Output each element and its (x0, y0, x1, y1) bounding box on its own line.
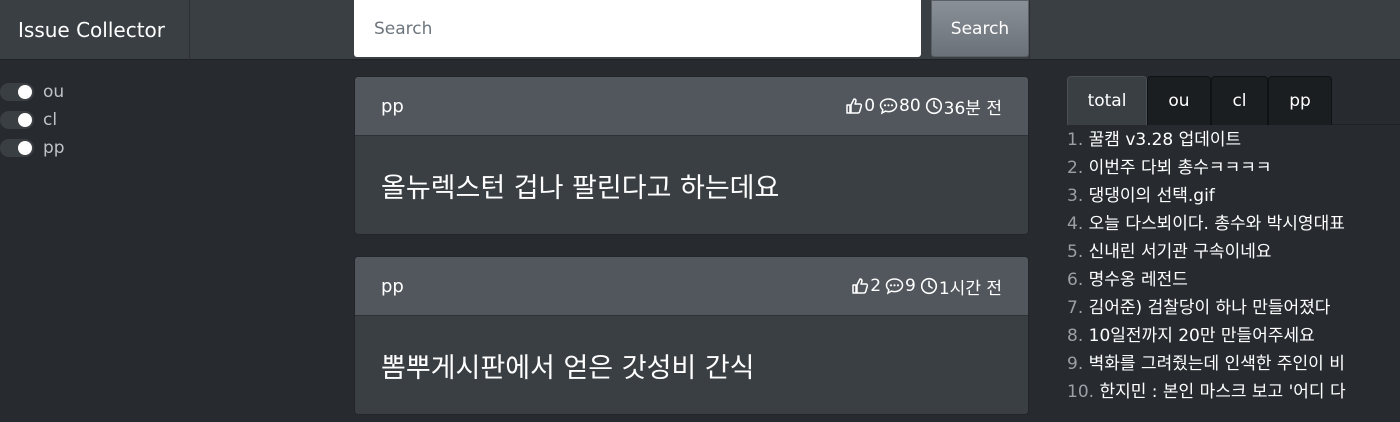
rank-number: 3. (1067, 186, 1084, 206)
rank-number: 1. (1067, 130, 1084, 150)
filter-label: cl (43, 110, 58, 130)
post-time: 36분 전 (925, 94, 1002, 119)
post-comments: 80 (879, 96, 921, 116)
toggle-switch[interactable] (0, 83, 34, 101)
clock-icon (925, 97, 942, 115)
toggle-switch[interactable] (0, 111, 34, 129)
rank-number: 9. (1067, 354, 1084, 374)
rank-number: 10. (1067, 382, 1095, 402)
post-title[interactable]: 뽐뿌게시판에서 얻은 갓성비 간식 (355, 316, 1028, 414)
rank-title: 댕댕이의 선택.gif (1088, 186, 1215, 206)
ranking-item[interactable]: 10. 한지민 : 본인 마스크 보고 '어디 다 (1067, 378, 1400, 406)
tab-ou[interactable]: ou (1147, 76, 1211, 125)
post-title[interactable]: 올뉴렉스턴 겁나 팔린다고 하는데요 (355, 136, 1028, 234)
post-likes: 2 (851, 276, 881, 296)
rank-title: 꿀캠 v3.28 업데이트 (1088, 130, 1242, 150)
filter-cl[interactable]: cl (0, 106, 65, 134)
rank-title: 신내린 서기관 구속이네요 (1088, 242, 1272, 262)
thumbs-up-icon (852, 278, 869, 294)
rank-title: 오늘 다스뵈이다. 총수와 박시영대표 (1088, 214, 1345, 234)
toggle-knob (18, 113, 32, 127)
ranking-item[interactable]: 1. 꿀캠 v3.28 업데이트 (1067, 126, 1400, 154)
tab-pp[interactable]: pp (1268, 76, 1332, 125)
likes-count: 2 (870, 276, 882, 296)
comment-dots-icon (879, 98, 898, 115)
clock-icon (920, 277, 937, 295)
ranking-item[interactable]: 5. 신내린 서기관 구속이네요 (1067, 238, 1400, 266)
post-card-header: pp 0 80 36분 전 (355, 77, 1028, 136)
comments-count: 80 (899, 96, 921, 116)
post-likes: 0 (845, 96, 875, 116)
post-time: 1시간 전 (920, 274, 1002, 299)
search-button[interactable]: Search (931, 0, 1029, 57)
toggle-knob (18, 85, 32, 99)
rank-title: 김어준) 검찰당이 하나 만들어졌다 (1088, 298, 1331, 318)
post-meta: 2 9 1시간 전 (847, 274, 1002, 299)
rank-title: 명수옹 레전드 (1088, 270, 1188, 290)
time-ago: 36분 전 (943, 98, 1002, 119)
filter-label: pp (43, 138, 65, 158)
post-card-header: pp 2 9 1시간 전 (355, 257, 1028, 316)
post-source: pp (381, 95, 404, 117)
navbar-divider (1029, 0, 1030, 60)
comments-count: 9 (905, 276, 916, 296)
rank-number: 6. (1067, 270, 1084, 290)
ranking-list: 1. 꿀캠 v3.28 업데이트 2. 이번주 다뵈 총수ㅋㅋㅋㅋ 3. 댕댕이… (1067, 126, 1400, 406)
filter-pp[interactable]: pp (0, 134, 65, 162)
ranking-item[interactable]: 9. 벽화를 그려줬는데 인색한 주인이 비 (1067, 350, 1400, 378)
rank-number: 4. (1067, 214, 1084, 234)
likes-count: 0 (864, 96, 876, 116)
source-filters: ou cl pp (0, 78, 65, 162)
navbar: Issue Collector Search (0, 0, 1400, 60)
filter-label: ou (43, 82, 65, 102)
ranking-item[interactable]: 2. 이번주 다뵈 총수ㅋㅋㅋㅋ (1067, 154, 1400, 182)
post-meta: 0 80 36분 전 (841, 94, 1002, 119)
ranking-item[interactable]: 8. 10일전까지 20만 만들어주세요 (1067, 322, 1400, 350)
rank-number: 8. (1067, 326, 1084, 346)
rank-number: 7. (1067, 298, 1084, 318)
ranking-item[interactable]: 6. 명수옹 레전드 (1067, 266, 1400, 294)
post-card[interactable]: pp 2 9 1시간 전 뽐뿌게시판에서 얻은 갓성비 간식 (354, 256, 1029, 415)
thumbs-up-icon (846, 98, 863, 114)
tab-cl[interactable]: cl (1211, 76, 1268, 125)
rank-title: 10일전까지 20만 만들어주세요 (1088, 326, 1315, 346)
time-ago: 1시간 전 (938, 278, 1002, 299)
ranking-item[interactable]: 3. 댕댕이의 선택.gif (1067, 182, 1400, 210)
post-source: pp (381, 275, 404, 297)
tab-total[interactable]: total (1067, 76, 1147, 125)
ranking-item[interactable]: 4. 오늘 다스뵈이다. 총수와 박시영대표 (1067, 210, 1400, 238)
search-input[interactable] (354, 0, 921, 57)
ranking-item[interactable]: 7. 김어준) 검찰당이 하나 만들어졌다 (1067, 294, 1400, 322)
rank-title: 이번주 다뵈 총수ㅋㅋㅋㅋ (1088, 158, 1272, 178)
post-comments: 9 (885, 276, 916, 296)
toggle-switch[interactable] (0, 139, 34, 157)
brand-logo[interactable]: Issue Collector (0, 0, 190, 60)
rank-number: 2. (1067, 158, 1084, 178)
rank-title: 한지민 : 본인 마스크 보고 '어디 다 (1099, 382, 1346, 402)
post-card[interactable]: pp 0 80 36분 전 올뉴렉스턴 겁나 팔린다고 하는데요 (354, 76, 1029, 235)
toggle-knob (18, 141, 32, 155)
rank-number: 5. (1067, 242, 1084, 262)
comment-dots-icon (885, 278, 904, 295)
rank-title: 벽화를 그려줬는데 인색한 주인이 비 (1088, 354, 1345, 374)
filter-ou[interactable]: ou (0, 78, 65, 106)
ranking-tabs: total ou cl pp (1067, 76, 1400, 125)
